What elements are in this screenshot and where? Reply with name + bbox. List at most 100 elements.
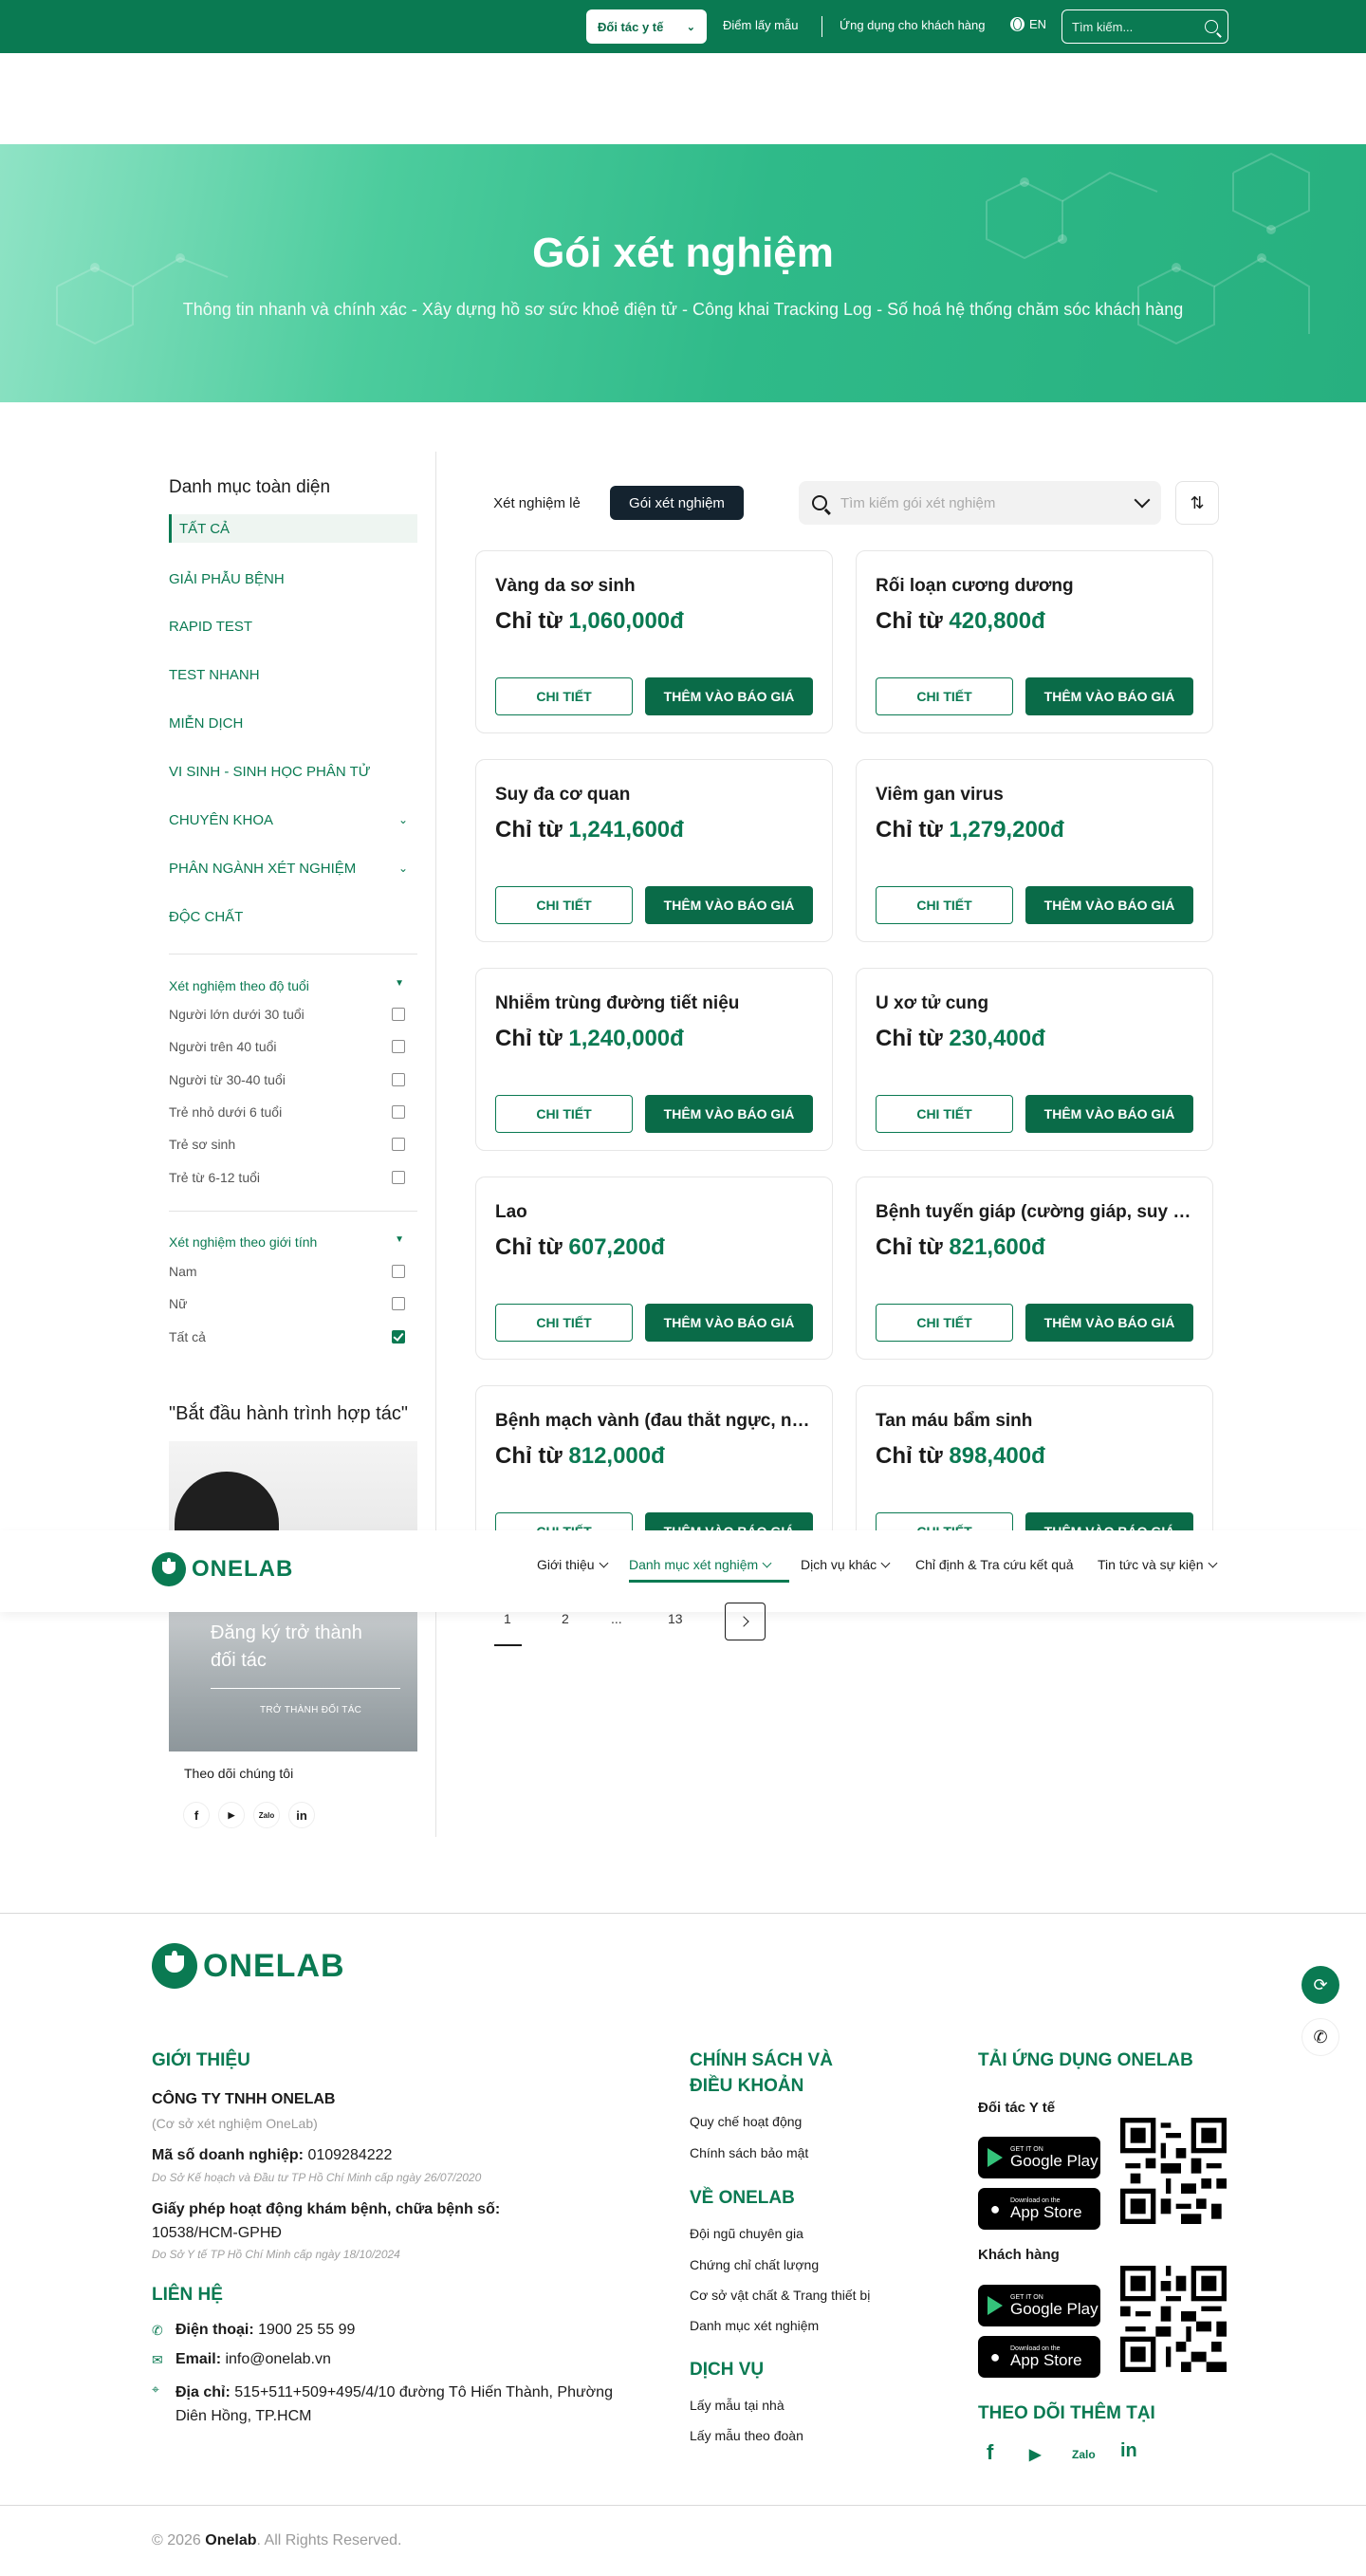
gender-option[interactable]: Tất cả [169, 1329, 417, 1344]
page-1[interactable]: 1 [504, 1611, 511, 1626]
badge-big-text: Google Play [1010, 2300, 1098, 2318]
linkedin-icon[interactable]: in [288, 1802, 315, 1828]
detail-button[interactable]: CHI TIẾT [876, 886, 1013, 924]
detail-button[interactable]: CHI TIẾT [495, 1304, 633, 1342]
age-option[interactable]: Trẻ từ 6-12 tuổi [169, 1170, 417, 1185]
page-2[interactable]: 2 [562, 1611, 569, 1626]
detail-button[interactable]: CHI TIẾT [876, 677, 1013, 715]
next-page-button[interactable] [725, 1603, 766, 1640]
sample-points-link[interactable]: Điểm lấy mẫu [723, 18, 798, 32]
add-to-quote-button[interactable]: THÊM VÀO BÁO GIÁ [645, 677, 813, 715]
detail-button[interactable]: CHI TIẾT [495, 677, 633, 715]
category-label: TẤT CẢ [179, 520, 231, 537]
zalo-icon[interactable]: Zalo [253, 1802, 280, 1828]
package-search-input[interactable] [840, 494, 1125, 511]
footer-link[interactable]: Quy chế hoạt động [690, 2114, 802, 2129]
customer-app-link[interactable]: Ứng dụng cho khách hàng [840, 18, 986, 32]
chevron-down-icon[interactable]: ⌄ [398, 813, 408, 826]
gender-option[interactable]: Nữ [169, 1296, 417, 1311]
add-to-quote-button[interactable]: THÊM VÀO BÁO GIÁ [1025, 1304, 1193, 1342]
footer-link[interactable]: Chính sách bảo mật [690, 2145, 808, 2160]
youtube-icon[interactable]: ▶ [1029, 2445, 1041, 2464]
footer-logo[interactable]: ONELAB [152, 1943, 345, 1989]
app-store-badge[interactable]: ● Download on the App Store [978, 2336, 1100, 2378]
gender-option[interactable]: Nam [169, 1264, 417, 1279]
checkbox[interactable] [392, 1297, 405, 1310]
footer-link[interactable]: Đội ngũ chuyên gia [690, 2226, 803, 2241]
footer-link[interactable]: Chứng chỉ chất lượng [690, 2257, 819, 2272]
age-option[interactable]: Trẻ sơ sinh [169, 1137, 417, 1152]
add-to-quote-button[interactable]: THÊM VÀO BÁO GIÁ [645, 886, 813, 924]
category-toxicology[interactable]: ĐỘC CHẤT [169, 902, 417, 931]
gender-option-label: Nữ [169, 1296, 188, 1311]
email[interactable]: Email: info@onelab.vn [175, 2351, 331, 2368]
checkbox[interactable] [392, 1008, 405, 1021]
partner-dropdown-label: Đối tác y tế [598, 19, 664, 34]
checkbox[interactable] [392, 1171, 405, 1184]
checkbox[interactable] [392, 1040, 405, 1053]
youtube-icon[interactable]: ▶ [218, 1802, 245, 1828]
category-microbiology[interactable]: VI SINH - SINH HỌC PHÂN TỬ [169, 757, 417, 786]
phone[interactable]: Điện thoại: 1900 25 55 99 [175, 2322, 355, 2339]
add-to-quote-button[interactable]: THÊM VÀO BÁO GIÁ [645, 1095, 813, 1133]
age-option[interactable]: Người trên 40 tuổi [169, 1039, 417, 1054]
checkbox[interactable] [392, 1073, 405, 1086]
age-option[interactable]: Người lớn dưới 30 tuổi [169, 1007, 417, 1022]
sort-button[interactable]: ⇅ [1175, 481, 1219, 525]
footer-link[interactable]: Danh mục xét nghiệm [690, 2318, 819, 2333]
zalo-icon[interactable]: Zalo [1072, 2448, 1096, 2461]
tab-test-packages[interactable]: Gói xét nghiệm [610, 486, 744, 520]
checkbox[interactable] [392, 1105, 405, 1119]
language-switch[interactable]: EN [1010, 17, 1046, 31]
facebook-icon[interactable]: f [183, 1802, 210, 1828]
category-rapid-test[interactable]: RAPID TEST [169, 612, 417, 640]
chevron-down-icon[interactable] [1134, 491, 1151, 509]
linkedin-icon[interactable]: in [1120, 2440, 1137, 2462]
age-option[interactable]: Trẻ nhỏ dưới 6 tuổi [169, 1104, 417, 1120]
nav-results-lookup[interactable]: Chỉ định & Tra cứu kết quả [915, 1555, 1074, 1574]
nav-about[interactable]: Giới thiệu [537, 1555, 608, 1574]
category-subfield[interactable]: PHÂN NGÀNH XÉT NGHIỆM ⌄ [169, 854, 417, 882]
nav-news[interactable]: Tin tức và sự kiện [1098, 1555, 1218, 1574]
nav-test-catalog[interactable]: Danh mục xét nghiệm [629, 1555, 772, 1574]
google-play-badge[interactable]: GET IT ON Google Play [978, 2137, 1100, 2178]
add-to-quote-button[interactable]: THÊM VÀO BÁO GIÁ [645, 1304, 813, 1342]
add-to-quote-button[interactable]: THÊM VÀO BÁO GIÁ [1025, 677, 1193, 715]
google-play-badge[interactable]: GET IT ON Google Play [978, 2285, 1100, 2326]
category-quick-test[interactable]: TEST NHANH [169, 660, 417, 689]
category-pathology[interactable]: GIẢI PHẪU BỆNH [169, 565, 417, 593]
become-partner-link[interactable]: TRỞ THÀNH ĐỐI TÁC [260, 1705, 361, 1715]
top-search-input[interactable] [1072, 19, 1195, 34]
footer-link[interactable]: Lấy mẫu tại nhà [690, 2398, 785, 2413]
age-option[interactable]: Người từ 30-40 tuổi [169, 1072, 417, 1087]
checkbox-checked[interactable] [392, 1330, 405, 1344]
chevron-down-icon[interactable]: ⌄ [398, 862, 408, 875]
category-specialty[interactable]: CHUYÊN KHOA ⌄ [169, 806, 417, 834]
checkbox[interactable] [392, 1138, 405, 1151]
footer-link[interactable]: Cơ sở vật chất & Trang thiết bị [690, 2288, 870, 2303]
age-filter-toggle[interactable]: Xét nghiệm theo độ tuổi ▼ [169, 978, 417, 993]
add-to-quote-button[interactable]: THÊM VÀO BÁO GIÁ [1025, 1095, 1193, 1133]
package-price: Chỉ từ 812,000đ [495, 1443, 665, 1470]
call-fab[interactable]: ✆ [1301, 2018, 1339, 2056]
category-immunology[interactable]: MIỄN DỊCH [169, 709, 417, 737]
checkbox[interactable] [392, 1265, 405, 1278]
partner-dropdown[interactable]: Đối tác y tế ⌄ [586, 9, 707, 44]
gender-filter-toggle[interactable]: Xét nghiệm theo giới tính ▼ [169, 1234, 417, 1250]
facebook-icon[interactable]: f [987, 2440, 993, 2465]
brand-logo[interactable]: ONELAB [152, 1552, 293, 1586]
footer-link[interactable]: Lấy mẫu theo đoàn [690, 2428, 803, 2443]
detail-button[interactable]: CHI TIẾT [876, 1095, 1013, 1133]
refresh-fab[interactable]: ⟳ [1301, 1966, 1339, 2004]
package-card: Rối loạn cương dương Chỉ từ 420,800đ CHI… [856, 550, 1213, 733]
detail-button[interactable]: CHI TIẾT [495, 1095, 633, 1133]
search-icon[interactable] [1205, 20, 1218, 33]
tab-single-tests[interactable]: Xét nghiệm lẻ [471, 486, 603, 520]
page-13[interactable]: 13 [668, 1611, 683, 1626]
detail-button[interactable]: CHI TIẾT [495, 886, 633, 924]
category-all[interactable]: TẤT CẢ [169, 514, 417, 543]
nav-other-services[interactable]: Dịch vụ khác [801, 1555, 891, 1574]
app-store-badge[interactable]: ● Download on the App Store [978, 2188, 1100, 2230]
add-to-quote-button[interactable]: THÊM VÀO BÁO GIÁ [1025, 886, 1193, 924]
detail-button[interactable]: CHI TIẾT [876, 1304, 1013, 1342]
